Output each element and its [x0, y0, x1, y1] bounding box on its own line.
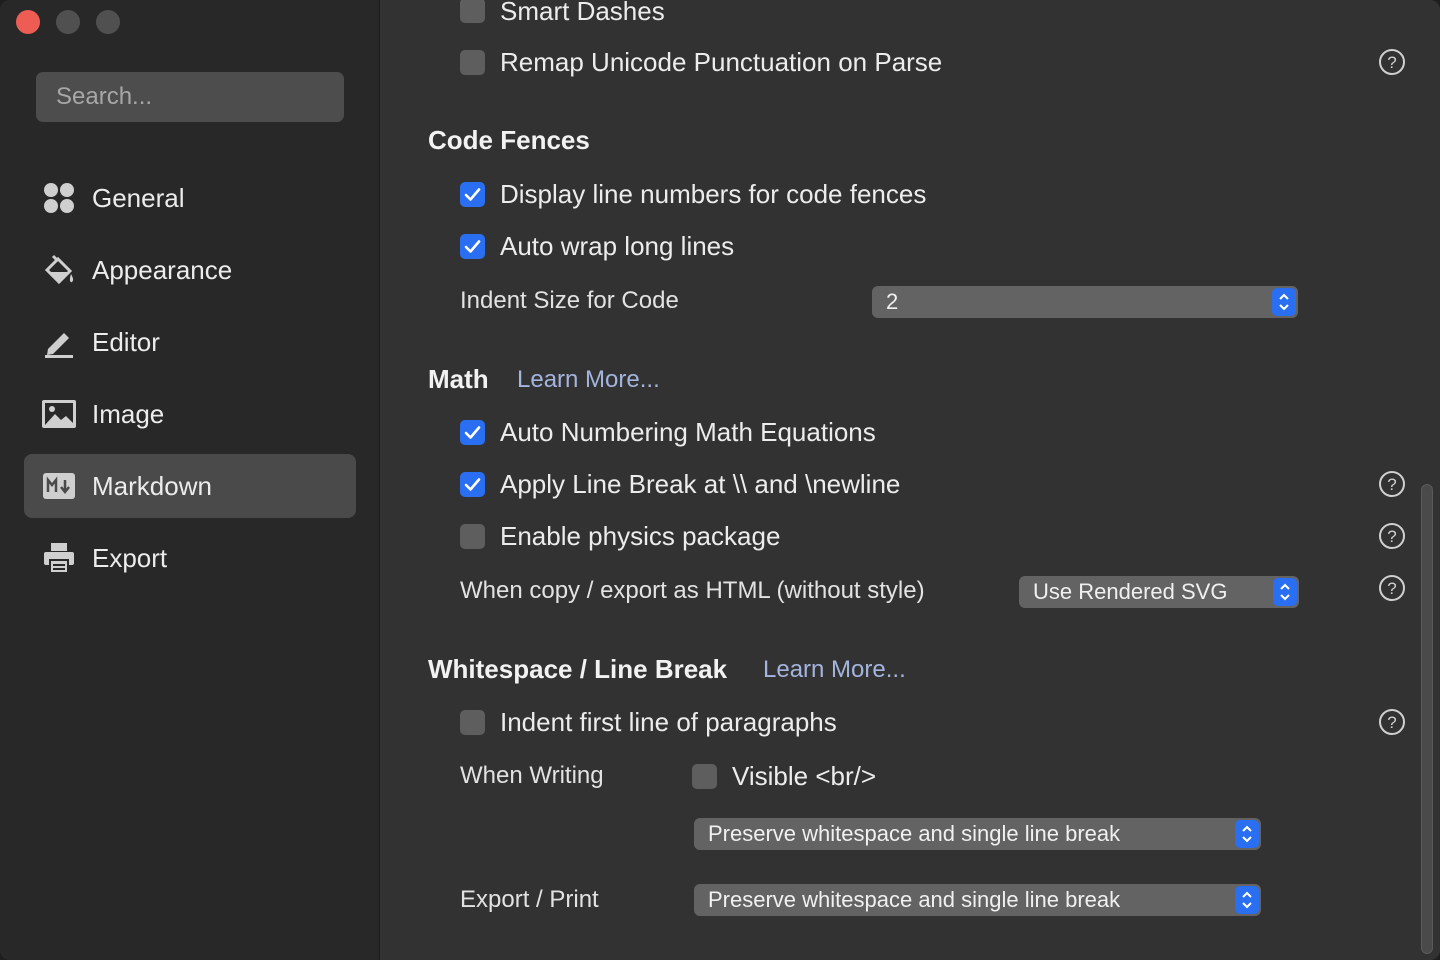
indent-size-value: 2	[886, 289, 899, 314]
when-writing-select[interactable]: Preserve whitespace and single line brea…	[694, 818, 1261, 850]
indent-first-line-label: Indent first line of paragraphs	[500, 707, 837, 737]
search-input[interactable]	[36, 72, 344, 122]
paint-bucket-icon	[40, 251, 78, 289]
svg-text:?: ?	[1387, 579, 1396, 598]
visible-br-checkbox[interactable]	[692, 764, 717, 789]
svg-text:?: ?	[1387, 53, 1396, 72]
vertical-scrollbar[interactable]	[1421, 484, 1433, 954]
sidebar-item-label: Editor	[92, 326, 160, 357]
sidebar-item-label: Image	[92, 398, 165, 429]
copy-export-value: Use Rendered SVG	[1033, 579, 1228, 604]
sidebar-item-export[interactable]: Export	[24, 526, 356, 590]
sidebar-nav: General Appearance Editor Image Markdown…	[24, 166, 356, 598]
auto-numbering-label: Auto Numbering Math Equations	[500, 417, 876, 447]
remap-unicode-label: Remap Unicode Punctuation on Parse	[500, 47, 943, 77]
grid-icon	[40, 179, 78, 217]
svg-text:?: ?	[1387, 527, 1396, 546]
whitespace-heading: Whitespace / Line Break	[428, 654, 728, 684]
auto-wrap-checkbox[interactable]	[460, 234, 485, 259]
help-icon[interactable]: ?	[1378, 48, 1406, 76]
copy-export-label: When copy / export as HTML (without styl…	[460, 577, 925, 604]
image-icon	[40, 395, 78, 433]
window-controls	[16, 10, 120, 34]
display-line-numbers-checkbox[interactable]	[460, 182, 485, 207]
sidebar-item-label: Appearance	[92, 254, 233, 285]
when-writing-label: When Writing	[460, 762, 604, 789]
indent-size-label: Indent Size for Code	[460, 287, 679, 314]
physics-package-label: Enable physics package	[500, 521, 781, 551]
sidebar-item-image[interactable]: Image	[24, 382, 356, 446]
zoom-window-button[interactable]	[96, 10, 120, 34]
auto-numbering-checkbox[interactable]	[460, 420, 485, 445]
sidebar-item-label: Markdown	[92, 470, 212, 501]
sidebar: General Appearance Editor Image	[0, 0, 380, 960]
sidebar-item-label: General	[92, 182, 185, 213]
math-learn-more-link[interactable]: Learn More...	[517, 366, 660, 394]
minimize-window-button[interactable]	[56, 10, 80, 34]
sidebar-item-editor[interactable]: Editor	[24, 310, 356, 374]
help-icon[interactable]: ?	[1378, 470, 1406, 498]
sidebar-item-general[interactable]: General	[24, 166, 356, 230]
help-icon[interactable]: ?	[1378, 522, 1406, 550]
apply-line-break-checkbox[interactable]	[460, 472, 485, 497]
code-fences-heading: Code Fences	[428, 125, 590, 155]
svg-text:?: ?	[1387, 713, 1396, 732]
copy-export-select[interactable]: Use Rendered SVG	[1019, 576, 1299, 608]
pencil-icon	[40, 323, 78, 361]
indent-size-select[interactable]: 2	[872, 286, 1298, 318]
whitespace-learn-more-link[interactable]: Learn More...	[763, 656, 906, 684]
sidebar-item-appearance[interactable]: Appearance	[24, 238, 356, 302]
sidebar-item-markdown[interactable]: Markdown	[24, 454, 356, 518]
smart-dashes-checkbox[interactable]	[460, 0, 485, 23]
indent-first-line-checkbox[interactable]	[460, 710, 485, 735]
chevron-updown-icon	[1235, 886, 1259, 914]
export-print-value: Preserve whitespace and single line brea…	[708, 887, 1121, 912]
svg-text:?: ?	[1387, 475, 1396, 494]
chevron-updown-icon	[1272, 288, 1296, 316]
markdown-icon	[40, 467, 78, 505]
help-icon[interactable]: ?	[1378, 708, 1406, 736]
visible-br-label: Visible <br/>	[732, 761, 877, 791]
preferences-window: General Appearance Editor Image	[0, 0, 1440, 960]
printer-icon	[40, 539, 78, 577]
export-print-label: Export / Print	[460, 886, 599, 913]
display-line-numbers-label: Display line numbers for code fences	[500, 179, 927, 209]
smart-dashes-label: Smart Dashes	[500, 0, 665, 26]
math-heading: Math	[428, 364, 489, 394]
help-icon[interactable]: ?	[1378, 574, 1406, 602]
when-writing-value: Preserve whitespace and single line brea…	[708, 821, 1121, 846]
auto-wrap-label: Auto wrap long lines	[500, 231, 735, 261]
physics-package-checkbox[interactable]	[460, 524, 485, 549]
apply-line-break-label: Apply Line Break at \\ and \newline	[500, 469, 901, 499]
remap-unicode-checkbox[interactable]	[460, 50, 485, 75]
close-window-button[interactable]	[16, 10, 40, 34]
sidebar-item-label: Export	[92, 542, 168, 573]
export-print-select[interactable]: Preserve whitespace and single line brea…	[694, 884, 1261, 916]
chevron-updown-icon	[1273, 578, 1297, 606]
chevron-updown-icon	[1235, 820, 1259, 848]
